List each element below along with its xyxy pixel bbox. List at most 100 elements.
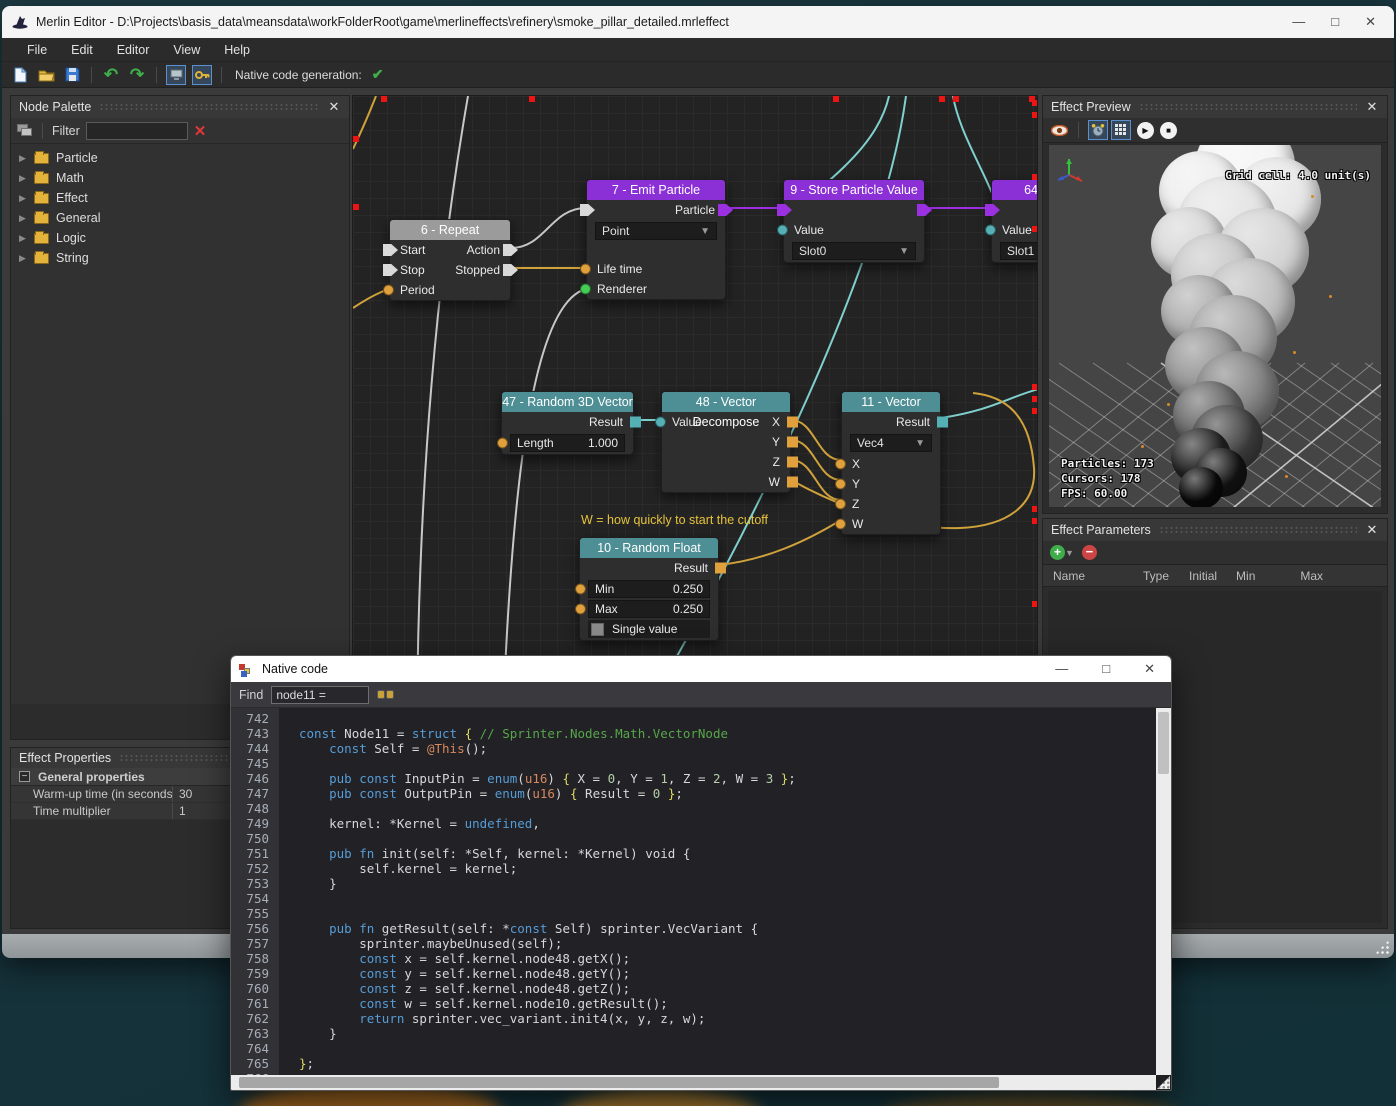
redo-button[interactable]: ↷ [127,65,147,85]
orange-circle-pin[interactable] [835,479,846,490]
find-input[interactable] [271,686,369,704]
tree-item-general[interactable]: ▶General [11,208,349,228]
field-value[interactable]: 1.000 [588,436,618,450]
column-header-min[interactable]: Min [1236,569,1255,583]
remove-parameter-button[interactable]: − [1082,545,1097,560]
close-panel-icon[interactable]: ✕ [1365,522,1379,538]
purple-arrow-pin[interactable] [985,204,1000,216]
orange-circle-pin[interactable] [835,459,846,470]
column-header-initial[interactable]: Initial [1189,569,1217,583]
effect-parameters-header[interactable]: Effect Parameters ✕ [1043,519,1387,541]
tree-item-effect[interactable]: ▶Effect [11,188,349,208]
teal-square-pin[interactable] [937,417,948,428]
teal-circle-pin[interactable] [655,417,666,428]
maximize-button[interactable]: □ [1102,661,1110,677]
property-group-row[interactable]: − General properties [11,768,239,786]
node-header[interactable]: 10 - Random Float [580,538,718,558]
teal-circle-pin[interactable] [985,225,996,236]
field-value[interactable]: 0.250 [673,602,703,616]
menu-view[interactable]: View [162,40,211,60]
wire[interactable] [791,420,841,460]
horizontal-scrollbar-thumb[interactable] [239,1077,999,1088]
purple-arrow-pin[interactable] [718,204,733,216]
wire[interactable] [417,96,468,716]
visibility-toggle[interactable] [1049,120,1069,140]
clear-filter-icon[interactable]: ✕ [194,122,207,140]
node-dropdown[interactable]: Slot0▼ [792,242,916,260]
maximize-button[interactable]: □ [1331,14,1339,30]
white-arrow-pin[interactable] [503,264,518,276]
save-button[interactable] [62,65,82,85]
wire[interactable] [791,440,841,480]
orange-square-pin[interactable] [787,477,798,488]
node-dropdown[interactable]: Slot1▼ [1000,242,1038,260]
minimize-button[interactable]: — [1292,14,1305,30]
expand-arrow-icon[interactable]: ▶ [19,253,27,264]
preview-viewport[interactable]: Grid cell: 4.0 unit(s) Particles: 173Cur… [1048,144,1382,508]
column-header-name[interactable]: Name [1053,569,1085,583]
vertical-scrollbar[interactable] [1156,708,1171,1075]
code-text[interactable]: const Node11 = struct { // Sprinter.Node… [279,708,1156,1075]
node-value-field[interactable]: Max0.250 [588,600,710,618]
effect-properties-header[interactable]: Effect Properties [11,748,239,768]
expand-arrow-icon[interactable]: ▶ [19,193,27,204]
node-header[interactable]: 11 - Vector [842,392,940,412]
node-6-repeat[interactable]: 6 - RepeatStartActionStopStoppedPeriod [389,219,511,301]
undo-button[interactable]: ↶ [101,65,121,85]
node-palette-header[interactable]: Node Palette ✕ [11,96,349,118]
tree-item-math[interactable]: ▶Math [11,168,349,188]
teal-circle-pin[interactable] [777,225,788,236]
expand-arrow-icon[interactable]: ▶ [19,233,27,244]
tree-item-logic[interactable]: ▶Logic [11,228,349,248]
horizontal-scrollbar[interactable] [231,1075,1156,1090]
resize-grip-icon[interactable] [1157,1076,1170,1089]
find-binoculars-icon[interactable] [377,690,394,699]
white-arrow-pin[interactable] [503,244,518,256]
wire[interactable] [941,389,1038,418]
close-panel-icon[interactable]: ✕ [327,99,341,115]
white-arrow-pin[interactable] [383,264,398,276]
animate-toggle[interactable] [1088,120,1108,140]
menu-edit[interactable]: Edit [60,40,104,60]
native-code-titlebar[interactable]: Native code — □ ✕ [231,656,1171,682]
column-header-max[interactable]: Max [1300,569,1323,583]
node-value-field[interactable]: Length1.000 [510,434,625,452]
new-file-button[interactable] [10,65,30,85]
purple-arrow-pin[interactable] [777,204,792,216]
purple-arrow-pin[interactable] [917,204,932,216]
node-9-store-particle-value[interactable]: 9 - Store Particle ValueValueSlot0▼ [783,179,925,263]
orange-circle-pin[interactable] [835,499,846,510]
green-circle-pin[interactable] [580,284,591,295]
node-checkbox[interactable]: Single value [588,620,710,638]
white-arrow-pin[interactable] [383,244,398,256]
orange-circle-pin[interactable] [835,519,846,530]
collapse-icon[interactable]: − [19,771,30,782]
node-header[interactable]: 9 - Store Particle Value [784,180,924,200]
orange-circle-pin[interactable] [497,438,508,449]
node-header[interactable]: 7 - Emit Particle [587,180,725,200]
checkbox-icon[interactable] [591,623,604,636]
node-48-vector-decompose[interactable]: 48 - Vector DecomposeValueXYZW [661,391,791,493]
native-code-window-toggle[interactable] [166,65,186,85]
node-header[interactable]: 48 - Vector Decompose [662,392,790,412]
title-bar[interactable]: Merlin Editor - D:\Projects\basis_data\m… [2,6,1394,38]
node-value-field[interactable]: Min0.250 [588,580,710,598]
node-47-random-3d-vector[interactable]: 47 - Random 3D VectorResultLength1.000 [501,391,634,455]
effect-preview-header[interactable]: Effect Preview ✕ [1043,96,1387,118]
node-header[interactable]: 64 - Sto [992,180,1038,200]
column-header-type[interactable]: Type [1143,569,1169,583]
resize-grip-icon[interactable] [1375,940,1389,954]
property-row[interactable]: Warm-up time (in seconds)30 [11,786,239,803]
menu-editor[interactable]: Editor [106,40,161,60]
orange-square-pin[interactable] [787,457,798,468]
expand-arrow-icon[interactable]: ▶ [19,153,27,164]
expand-arrow-icon[interactable]: ▶ [19,173,27,184]
menu-file[interactable]: File [16,40,58,60]
node-header[interactable]: 47 - Random 3D Vector [502,392,633,412]
orange-square-pin[interactable] [787,437,798,448]
tree-item-string[interactable]: ▶String [11,248,349,268]
wire[interactable] [511,208,586,248]
code-editor[interactable]: 7427437447457467477487497507517527537547… [231,708,1156,1075]
wire[interactable] [503,289,586,716]
tree-item-particle[interactable]: ▶Particle [11,148,349,168]
